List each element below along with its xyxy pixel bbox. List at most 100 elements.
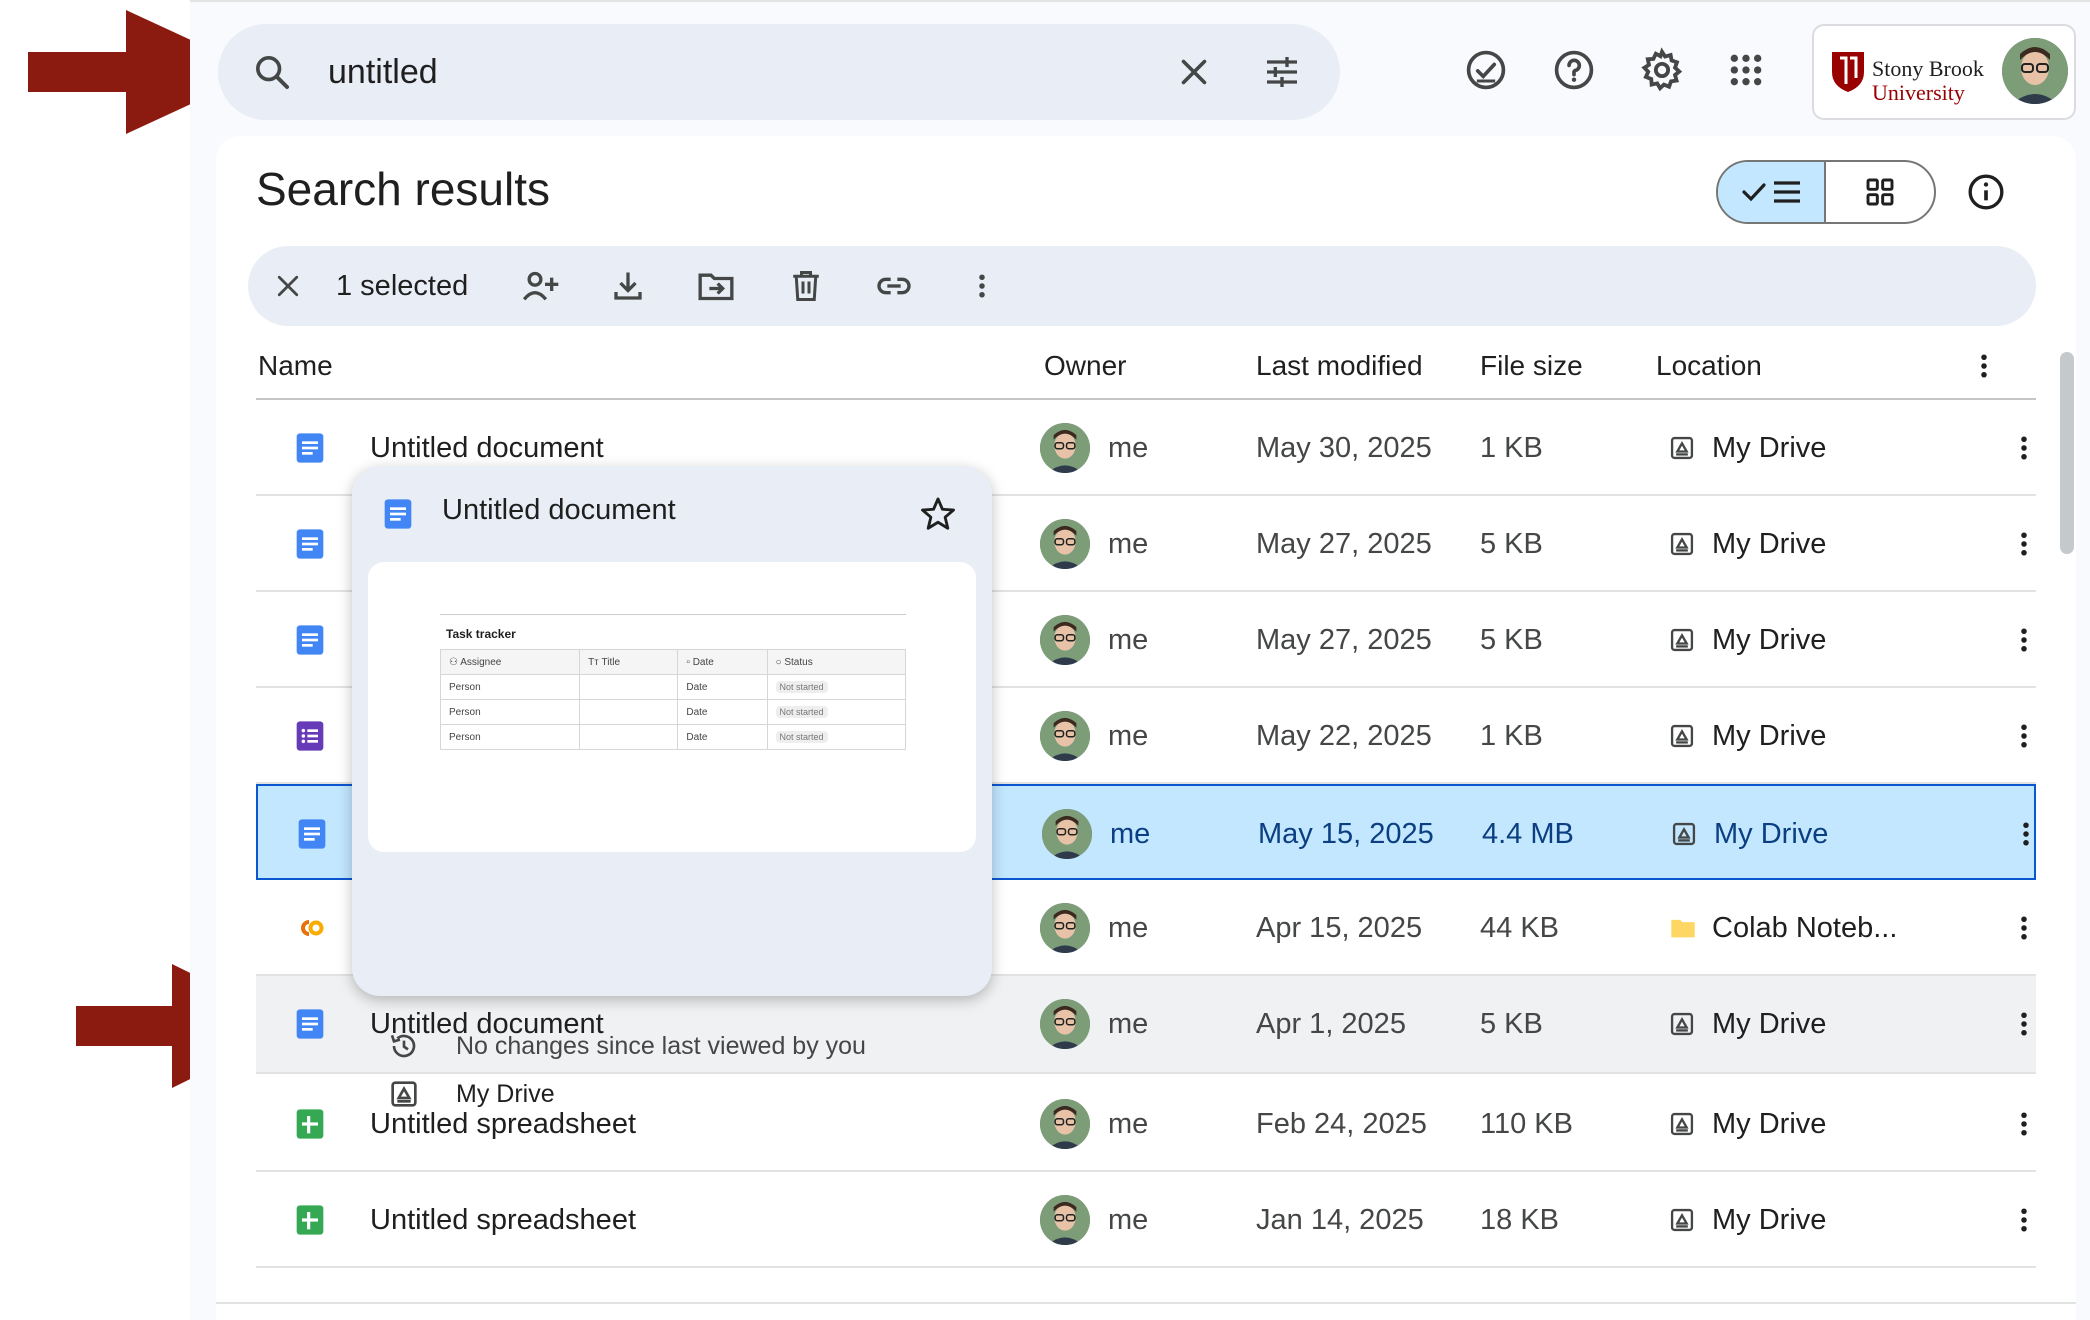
grid-view-button[interactable] xyxy=(1826,162,1934,222)
list-bottom-edge xyxy=(216,1302,2076,1304)
more-vert-icon[interactable] xyxy=(2000,616,2048,664)
search-input[interactable]: untitled xyxy=(328,24,438,120)
file-name[interactable]: Untitled spreadsheet xyxy=(370,1172,636,1268)
preview-cell: Date xyxy=(677,724,768,750)
column-header-location[interactable]: Location xyxy=(1656,342,1762,390)
list-view-button[interactable] xyxy=(1718,162,1827,222)
avatar xyxy=(1040,423,1090,473)
column-label: Date xyxy=(692,656,714,668)
file-size: 44 KB xyxy=(1480,912,1559,944)
avatar xyxy=(1040,615,1090,665)
more-vert-icon[interactable] xyxy=(2000,1100,2048,1148)
download-icon[interactable] xyxy=(604,262,652,310)
cell-value: Not started xyxy=(775,706,828,718)
location[interactable]: My Drive xyxy=(1712,688,1826,784)
cell-value: Person xyxy=(449,731,481,743)
column-header-owner[interactable]: Owner xyxy=(1044,342,1126,390)
more-vert-icon[interactable] xyxy=(1960,342,2008,390)
avatar xyxy=(1040,999,1090,1049)
preview-cell xyxy=(579,724,679,750)
more-vert-icon[interactable] xyxy=(2000,904,2048,952)
scrollbar[interactable] xyxy=(2060,352,2074,554)
offline-ready-icon[interactable] xyxy=(1460,44,1512,96)
search-icon[interactable] xyxy=(248,48,296,96)
file-size: 18 KB xyxy=(1480,1204,1559,1236)
more-vert-icon[interactable] xyxy=(2002,810,2050,858)
document-preview[interactable]: Task tracker ⚇ Assignee Tт Title ▫ Date ○ S… xyxy=(368,562,976,852)
location[interactable]: My Drive xyxy=(1712,496,1826,592)
preview-cell: Not started xyxy=(766,674,907,700)
clear-selection-icon[interactable] xyxy=(264,262,312,310)
google-docs-icon xyxy=(294,624,326,656)
cell-value: Date xyxy=(686,731,708,743)
hover-card-title: Untitled document xyxy=(442,494,676,526)
more-vert-icon[interactable] xyxy=(2000,520,2048,568)
last-modified: Jan 14, 2025 xyxy=(1256,1204,1424,1236)
more-vert-icon[interactable] xyxy=(2000,712,2048,760)
preview-cell: Date xyxy=(677,674,768,700)
avatar xyxy=(1040,519,1090,569)
location[interactable]: My Drive xyxy=(1712,976,1826,1072)
file-size: 4.4 MB xyxy=(1482,818,1574,850)
settings-icon[interactable] xyxy=(1636,44,1688,96)
move-icon[interactable] xyxy=(692,262,740,310)
more-vert-icon[interactable] xyxy=(2000,1196,2048,1244)
preview-column-header: Tт Title xyxy=(579,649,679,675)
location[interactable]: My Drive xyxy=(1714,786,1828,882)
last-modified: May 27, 2025 xyxy=(1256,528,1432,560)
more-vert-icon[interactable] xyxy=(2000,1000,2048,1048)
cell-value: Person xyxy=(449,706,481,718)
info-icon[interactable] xyxy=(1962,168,2010,216)
preview-cell: Person xyxy=(439,699,581,725)
share-icon[interactable] xyxy=(516,262,564,310)
google-docs-icon xyxy=(296,818,328,850)
cell-value: Not started xyxy=(775,681,828,693)
preview-cell xyxy=(579,699,679,725)
copy-link-icon[interactable] xyxy=(870,262,918,310)
avatar xyxy=(1042,809,1092,859)
view-toggle[interactable] xyxy=(1716,160,1936,224)
apps-grid-icon[interactable] xyxy=(1720,44,1772,96)
help-icon[interactable] xyxy=(1548,44,1600,96)
location[interactable]: My Drive xyxy=(1712,1076,1826,1172)
column-label: Assignee xyxy=(460,656,502,668)
google-sheets-icon xyxy=(294,1108,326,1140)
column-header-name[interactable]: Name xyxy=(258,342,333,390)
preview-column-header: ⚇ Assignee xyxy=(439,649,581,675)
column-header-file-size[interactable]: File size xyxy=(1480,342,1583,390)
preview-cell: Date xyxy=(677,699,768,725)
org-name-line2: University xyxy=(1872,80,1965,105)
google-docs-icon xyxy=(294,432,326,464)
star-icon[interactable] xyxy=(914,490,962,538)
account-switcher[interactable]: Stony Brook University xyxy=(1812,24,2076,120)
search-bar[interactable]: untitled xyxy=(218,24,1340,120)
last-modified: Feb 24, 2025 xyxy=(1256,1108,1427,1140)
avatar[interactable] xyxy=(2002,38,2068,104)
table-row[interactable]: Untitled spreadsheet me Jan 14, 2025 18 KB M… xyxy=(256,1172,2036,1268)
owner: me xyxy=(1108,1108,1149,1140)
close-icon[interactable] xyxy=(1170,48,1218,96)
location[interactable]: My Drive xyxy=(1712,400,1826,496)
location[interactable]: Colab Noteb... xyxy=(1712,880,1897,976)
preview-row: Person Date Not started xyxy=(439,724,907,750)
more-vert-icon[interactable] xyxy=(2000,424,2048,472)
check-list-icon xyxy=(1742,181,1800,203)
last-modified: May 22, 2025 xyxy=(1256,720,1432,752)
preview-column-header: ▫ Date xyxy=(677,649,768,675)
delete-icon[interactable] xyxy=(782,262,830,310)
file-size: 110 KB xyxy=(1480,1108,1573,1140)
location[interactable]: My Drive xyxy=(1712,592,1826,688)
column-header-last-modified[interactable]: Last modified xyxy=(1256,342,1423,390)
preview-heading: Task tracker xyxy=(440,614,906,649)
column-type-icon: ⚇ xyxy=(449,656,461,668)
hover-card-location: My Drive xyxy=(456,1080,555,1108)
preview-row: Person Date Not started xyxy=(439,699,907,725)
owner: me xyxy=(1108,720,1149,752)
preview-cell: Person xyxy=(439,724,581,750)
cell-value: Person xyxy=(449,681,481,693)
more-vert-icon[interactable] xyxy=(958,262,1006,310)
tune-icon[interactable] xyxy=(1258,48,1306,96)
preview-table: ⚇ Assignee Tт Title ▫ Date ○ Status Person D… xyxy=(439,649,907,750)
location[interactable]: My Drive xyxy=(1712,1172,1826,1268)
grid-icon xyxy=(1866,178,1894,206)
